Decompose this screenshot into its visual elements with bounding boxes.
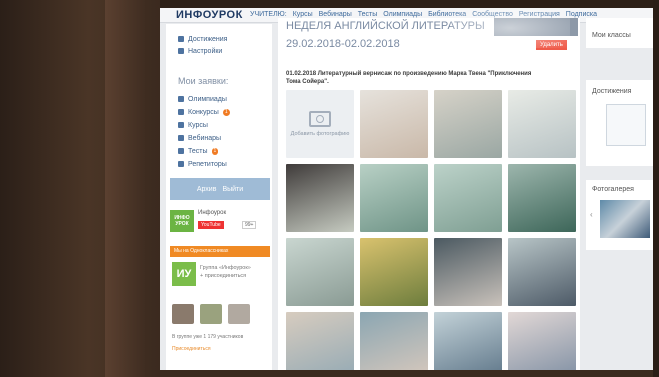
avatar[interactable] bbox=[228, 304, 250, 324]
graduation-icon bbox=[178, 122, 184, 128]
youtube-button[interactable]: YouTube bbox=[198, 221, 224, 229]
top-nav-item[interactable]: Библиотека bbox=[428, 11, 466, 18]
group-info: Группа «Инфоурок» + присоединиться bbox=[200, 264, 251, 280]
right-column: Мои классы Достижения Фотогалерея ‹ bbox=[586, 18, 653, 370]
top-nav-item: УЧИТЕЛЮ: bbox=[250, 11, 287, 18]
gear-icon bbox=[178, 48, 184, 54]
sidebar-item-contests[interactable]: Конкурсы 1 bbox=[178, 107, 230, 117]
infourok-channel: ИНФО УРОК Инфоурок YouTube 99+ bbox=[170, 210, 270, 242]
avatar[interactable] bbox=[200, 304, 222, 324]
photo-thumbnail[interactable] bbox=[508, 312, 576, 370]
left-sidebar: Достижения Настройки Мои заявки: Олимпиа… bbox=[166, 24, 272, 370]
sidebar-item-achievements[interactable]: Достижения bbox=[178, 34, 227, 44]
trophy-icon bbox=[178, 96, 184, 102]
sidebar-item-webinars[interactable]: Вебинары bbox=[178, 133, 221, 143]
gallery-thumbnail[interactable] bbox=[600, 200, 650, 238]
achievements-box: Достижения bbox=[586, 80, 653, 166]
gallery-box: Фотогалерея ‹ bbox=[586, 180, 653, 250]
count-badge: 1 bbox=[222, 108, 230, 116]
event-dates: 29.02.2018-02.02.2018 bbox=[286, 38, 400, 50]
photo-thumbnail[interactable] bbox=[360, 238, 428, 306]
sidebar-item-label: Настройки bbox=[188, 47, 223, 55]
group-logo[interactable]: ИУ bbox=[172, 262, 196, 286]
photo-thumbnail[interactable] bbox=[434, 238, 502, 306]
delete-button[interactable]: Удалить bbox=[536, 40, 567, 50]
top-nav-item[interactable]: Вебинары bbox=[319, 11, 352, 18]
sidebar-item-tutors[interactable]: Репетиторы bbox=[178, 159, 227, 169]
photo-thumbnail[interactable] bbox=[286, 238, 354, 306]
logout-button[interactable]: Выйти bbox=[222, 186, 243, 193]
site-logo[interactable]: ИНФОУРОК bbox=[176, 9, 243, 21]
sidebar-item-label: Тесты bbox=[188, 147, 208, 155]
top-nav-item[interactable]: Сообщество bbox=[472, 11, 513, 18]
monitor-bezel-left bbox=[0, 0, 160, 377]
photo-thumbnail[interactable] bbox=[286, 164, 354, 232]
archive-button[interactable]: Архив bbox=[197, 186, 217, 193]
group-name[interactable]: Группа «Инфоурок» bbox=[200, 264, 251, 272]
certificate-thumbnail[interactable] bbox=[606, 104, 646, 146]
chart-icon bbox=[178, 109, 184, 115]
header-tab bbox=[494, 18, 578, 36]
camera-icon bbox=[309, 111, 331, 127]
sidebar-item-settings[interactable]: Настройки bbox=[178, 46, 222, 56]
top-nav: УЧИТЕЛЮ: Курсы Вебинары Тесты Олимпиады Библи… bbox=[250, 11, 603, 18]
sidebar-item-label: Репетиторы bbox=[188, 160, 227, 168]
count-badge: 1 bbox=[211, 147, 219, 155]
trophy-icon bbox=[178, 36, 184, 42]
my-classes-box: Мои классы bbox=[586, 18, 653, 48]
channel-name: Инфоурок bbox=[198, 210, 227, 216]
event-description: 01.02.2018 Литературный вернисаж по прои… bbox=[286, 71, 532, 85]
add-photo-button[interactable]: Добавить фотографию bbox=[286, 90, 354, 158]
sidebar-item-label: Олимпиады bbox=[188, 95, 227, 103]
photo-thumbnail[interactable] bbox=[286, 312, 354, 370]
odnoklassniki-bar: Мы на Одноклассниках bbox=[170, 246, 270, 257]
photo-thumbnail[interactable] bbox=[360, 90, 428, 158]
my-applications-heading: Мои заявки: bbox=[178, 76, 229, 86]
top-nav-item[interactable]: Тесты bbox=[358, 11, 378, 18]
main-content: НЕДЕЛЯ АНГЛИЙСКОЙ ЛИТЕРАТУРЫ 29.02.2018-… bbox=[278, 18, 580, 370]
monitor-bezel-right bbox=[653, 0, 659, 377]
top-nav-item[interactable]: Олимпиады bbox=[383, 11, 422, 18]
page-title: НЕДЕЛЯ АНГЛИЙСКОЙ ЛИТЕРАТУРЫ bbox=[286, 20, 485, 32]
sidebar-item-label: Вебинары bbox=[188, 134, 222, 142]
sidebar-item-label: Достижения bbox=[188, 35, 228, 43]
sidebar-item-olympiads[interactable]: Олимпиады bbox=[178, 94, 227, 104]
top-nav-item[interactable]: Регистрация bbox=[519, 11, 560, 18]
members-count: В группе уже 1 179 участников bbox=[172, 334, 244, 340]
sidebar-item-label: Конкурсы bbox=[188, 108, 219, 116]
group-join-link[interactable]: + присоединиться bbox=[200, 272, 251, 280]
member-avatars bbox=[172, 304, 250, 324]
photo-thumbnail[interactable] bbox=[434, 164, 502, 232]
sidebar-item-courses[interactable]: Курсы bbox=[178, 120, 208, 130]
check-icon bbox=[178, 148, 184, 154]
my-classes-link[interactable]: Мои классы bbox=[592, 32, 631, 39]
sidebar-item-tests[interactable]: Тесты 1 bbox=[178, 146, 219, 156]
photo-thumbnail[interactable] bbox=[360, 312, 428, 370]
chevron-left-icon[interactable]: ‹ bbox=[590, 210, 593, 219]
add-photo-label: Добавить фотографию bbox=[290, 131, 350, 137]
subscriber-count: 99+ bbox=[242, 221, 257, 229]
top-nav-item[interactable]: Подписка bbox=[566, 11, 597, 18]
avatar[interactable] bbox=[172, 304, 194, 324]
video-icon bbox=[178, 135, 184, 141]
top-nav-item[interactable]: Курсы bbox=[293, 11, 313, 18]
sidebar-item-label: Курсы bbox=[188, 121, 208, 129]
achievements-title: Достижения bbox=[592, 88, 632, 95]
photo-thumbnail[interactable] bbox=[508, 164, 576, 232]
screen: ИНФОУРОК УЧИТЕЛЮ: Курсы Вебинары Тесты Олимп… bbox=[160, 8, 653, 370]
photo-thumbnail[interactable] bbox=[508, 90, 576, 158]
photo-thumbnail[interactable] bbox=[434, 90, 502, 158]
wall-stripe bbox=[105, 0, 145, 377]
join-button[interactable]: Присоединиться bbox=[172, 346, 211, 352]
photo-thumbnail[interactable] bbox=[508, 238, 576, 306]
photo-thumbnail[interactable] bbox=[434, 312, 502, 370]
tutor-icon bbox=[178, 161, 184, 167]
archive-logout-bar: Архив Выйти bbox=[170, 178, 270, 200]
infourok-logo[interactable]: ИНФО УРОК bbox=[170, 210, 194, 232]
photo-thumbnail[interactable] bbox=[360, 164, 428, 232]
gallery-title: Фотогалерея bbox=[592, 186, 634, 193]
